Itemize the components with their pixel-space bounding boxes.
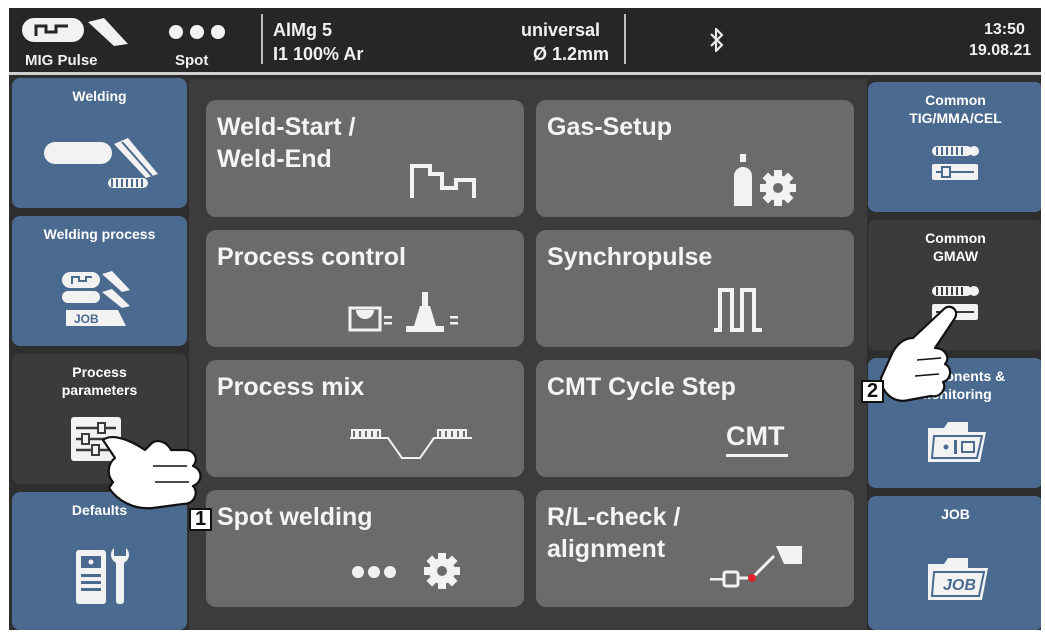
- welding-torch-icon: [44, 138, 158, 188]
- tile-label: CMT Cycle Step: [547, 373, 736, 401]
- right-menu-common-tig-mma-cel[interactable]: Common TIG/MMA/CEL: [868, 82, 1041, 212]
- left-menu-welding-process[interactable]: Welding process JOB: [12, 216, 187, 346]
- spot-dots-gear-icon: [352, 553, 460, 589]
- job-folder-text: JOB: [943, 577, 976, 594]
- common-settings-icon: [932, 146, 979, 180]
- components-folder-icon: [928, 422, 986, 462]
- tile-cmt-cycle-step[interactable]: CMT Cycle Step CMT: [536, 360, 854, 477]
- pointing-hand-icon: [101, 435, 202, 510]
- status-bar: MIG Pulse Spot AlMg 5 I1 100% Ar univers…: [9, 8, 1041, 72]
- tile-label: Spot welding: [217, 503, 373, 531]
- clock-date: 19.08.21: [969, 42, 1032, 59]
- right-menu-label: JOB: [941, 506, 970, 522]
- material-label[interactable]: AlMg 5: [273, 20, 332, 41]
- callout-number: 2: [861, 380, 884, 403]
- status-bar-divider: [9, 72, 1041, 75]
- process-mix-icon: [350, 429, 472, 459]
- process-parameters-panel: Weld-Start / Weld-End Gas-Setup Process …: [189, 79, 867, 630]
- machine-wrench-icon: [76, 548, 129, 604]
- tile-weld-start-end[interactable]: Weld-Start / Weld-End: [206, 100, 524, 217]
- tile-process-mix[interactable]: Process mix: [206, 360, 524, 477]
- tile-label: R/L-check / alignment: [547, 503, 681, 563]
- spot-dots-icon: [169, 25, 225, 39]
- left-menu-welding[interactable]: Welding: [12, 78, 187, 208]
- mig-pulse-torch-icon: [22, 18, 128, 46]
- right-menu-job[interactable]: JOB JOB: [868, 496, 1041, 630]
- mode-label: MIG Pulse: [25, 52, 98, 69]
- tile-label: Process mix: [217, 373, 365, 401]
- svg-text:JOB: JOB: [74, 312, 99, 326]
- tile-process-control[interactable]: Process control: [206, 230, 524, 347]
- left-menu-label: Welding process: [43, 226, 156, 242]
- left-menu-label: Welding: [72, 88, 127, 104]
- welding-process-job-icon: JOB: [62, 271, 130, 326]
- right-menu-label: Common GMAW: [925, 230, 986, 264]
- bluetooth-icon[interactable]: [709, 26, 725, 54]
- status-separator: [624, 14, 626, 64]
- status-separator: [261, 14, 263, 64]
- welding-display-screen: MIG Pulse Spot AlMg 5 I1 100% Ar univers…: [9, 8, 1041, 630]
- cmt-text-icon: CMT: [726, 421, 785, 451]
- synchropulse-waveform-icon: [714, 288, 762, 332]
- callout-number: 1: [189, 508, 212, 531]
- tile-rl-check-alignment[interactable]: R/L-check / alignment: [536, 490, 854, 607]
- tile-label: Synchropulse: [547, 243, 713, 271]
- wire-diameter-label[interactable]: Ø 1.2mm: [533, 44, 609, 65]
- tile-synchropulse[interactable]: Synchropulse: [536, 230, 854, 347]
- gas-bottle-gear-icon: [734, 154, 796, 206]
- tile-gas-setup[interactable]: Gas-Setup: [536, 100, 854, 217]
- tile-spot-welding[interactable]: Spot welding: [206, 490, 524, 607]
- left-menu-label: Process parameters: [61, 364, 138, 398]
- spot-label: Spot: [175, 52, 209, 69]
- left-menu-defaults[interactable]: Defaults: [12, 492, 187, 630]
- tile-label: Process control: [217, 243, 406, 271]
- weld-start-end-profile-icon: [410, 164, 476, 198]
- clock-time: 13:50: [984, 21, 1025, 38]
- wire-type-label[interactable]: universal: [521, 20, 600, 41]
- process-control-icon: [348, 292, 458, 332]
- cmt-underline: [726, 454, 788, 457]
- right-menu-label: Common TIG/MMA/CEL: [909, 92, 1002, 126]
- tile-label: Gas-Setup: [547, 113, 673, 141]
- rl-check-probe-icon: [710, 546, 802, 588]
- gas-label[interactable]: I1 100% Ar: [273, 44, 363, 65]
- tile-label: Weld-Start / Weld-End: [217, 113, 356, 173]
